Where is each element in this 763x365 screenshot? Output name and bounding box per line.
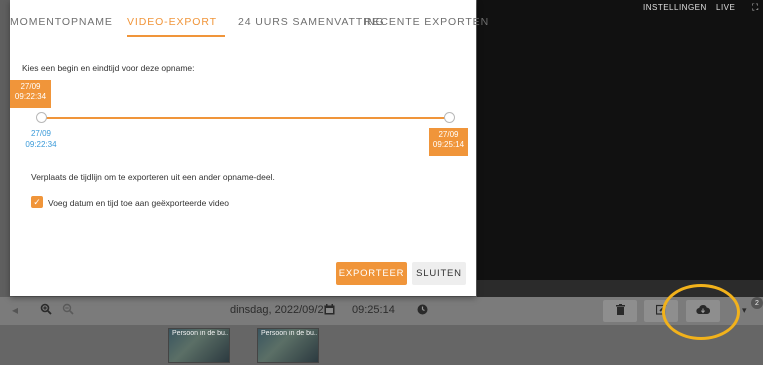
thumbnail-label: Persoon in de bu... (172, 330, 228, 337)
timeline-time: 09:25:14 (352, 304, 395, 316)
export-button[interactable]: EXPORTEER (336, 262, 407, 285)
timeline-hint: Verplaats de tijdlijn om te exporteren u… (31, 172, 275, 182)
notification-badge: 2 (751, 297, 763, 309)
end-tag-time: 09:25:14 (432, 140, 465, 149)
calendar-icon[interactable] (324, 304, 335, 318)
trash-icon (615, 304, 625, 318)
tab-video-export[interactable]: VIDEO-EXPORT (127, 16, 217, 28)
chevron-left-icon[interactable]: ◂ (12, 303, 18, 317)
event-thumbnail[interactable]: Persoon in de bu... (168, 328, 230, 363)
fullscreen-icon[interactable]: ⛶ (752, 2, 759, 13)
highlight-circle (662, 284, 740, 340)
tab-bar: MOMENTOPNAME VIDEO-EXPORT 24 UURS SAMENV… (10, 0, 488, 38)
chevron-down-icon[interactable]: ▾ (742, 305, 747, 316)
tab-recente-exporten[interactable]: RECENTE EXPORTEN (364, 16, 489, 28)
start-blue-time: 09:22:34 (25, 140, 57, 149)
video-viewport (477, 0, 763, 280)
tab-momentopname[interactable]: MOMENTOPNAME (10, 16, 113, 28)
zoom-out-icon[interactable] (62, 303, 74, 318)
start-tag-time: 09:22:34 (14, 92, 47, 101)
tab-24-uurs-samenvatting[interactable]: 24 UURS SAMENVATTING (238, 16, 385, 28)
active-tab-indicator (127, 35, 225, 37)
timeline-date: dinsdag, 2022/09/27 (230, 304, 330, 316)
export-dialog: MOMENTOPNAME VIDEO-EXPORT 24 UURS SAMENV… (10, 0, 488, 296)
start-time-tag: 27/09 09:22:34 (10, 80, 51, 108)
event-thumbnail[interactable]: Persoon in de bu... (257, 328, 319, 363)
end-time-tag: 27/09 09:25:14 (429, 128, 468, 156)
range-start-handle[interactable] (36, 112, 47, 123)
timeline-toolbar: ◂ dinsdag, 2022/09/27 09:25:14 ▾ (0, 297, 763, 325)
live-link[interactable]: LIVE (716, 3, 735, 12)
settings-link[interactable]: INSTELLINGEN (643, 3, 707, 12)
delete-button[interactable] (603, 300, 637, 322)
thumbnail-strip (0, 325, 763, 365)
range-prompt: Kies een begin en eindtijd voor deze opn… (22, 63, 195, 73)
add-datetime-label[interactable]: Voeg datum en tijd toe aan geëxporteerde… (48, 198, 229, 208)
end-tag-date: 27/09 (438, 130, 459, 139)
add-datetime-checkbox[interactable]: ✓ (31, 196, 43, 208)
checkmark-icon: ✓ (33, 197, 41, 207)
range-slider-track[interactable] (41, 117, 450, 119)
range-end-handle[interactable] (444, 112, 455, 123)
close-button[interactable]: SLUITEN (412, 262, 466, 285)
thumbnail-label: Persoon in de bu... (261, 330, 317, 337)
start-time-label: 27/09 09:22:34 (22, 128, 60, 150)
zoom-in-icon[interactable] (40, 303, 52, 318)
start-blue-date: 27/09 (30, 129, 52, 138)
clock-icon[interactable] (417, 304, 428, 318)
start-tag-date: 27/09 (20, 82, 41, 91)
